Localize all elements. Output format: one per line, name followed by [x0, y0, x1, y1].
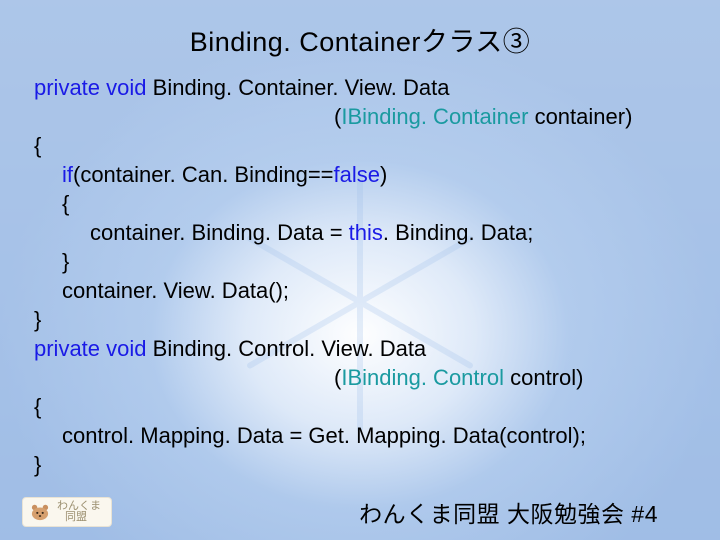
code-line: }	[34, 305, 686, 334]
type-name: IBinding. Container	[341, 104, 528, 129]
code-line: (IBinding. Control control)	[34, 363, 686, 392]
code-line: private void Binding. Control. View. Dat…	[34, 334, 686, 363]
code-line: }	[34, 247, 686, 276]
keyword-if: if	[62, 162, 73, 187]
code-line: {	[34, 392, 686, 421]
keyword-false: false	[334, 162, 380, 187]
code-line: }	[34, 450, 686, 479]
footer-caption: わんくま同盟 大阪勉強会 #4	[359, 495, 698, 529]
keyword-private: private	[34, 336, 100, 361]
code-line: private void Binding. Container. View. D…	[34, 73, 686, 102]
keyword-void: void	[106, 336, 146, 361]
code-line: container. View. Data();	[34, 276, 686, 305]
logo-line2: 同盟	[57, 512, 101, 523]
wankuma-logo: わんくま 同盟	[22, 497, 112, 527]
code-line: (IBinding. Container container)	[34, 102, 686, 131]
code-line: {	[34, 131, 686, 160]
type-name: IBinding. Control	[341, 365, 504, 390]
keyword-private: private	[34, 75, 100, 100]
code-block: private void Binding. Container. View. D…	[0, 73, 720, 479]
bear-icon	[29, 503, 51, 521]
code-line: container. Binding. Data = this. Binding…	[34, 218, 686, 247]
logo-text: わんくま 同盟	[57, 501, 101, 523]
slide-content: Binding. Containerクラス③ private void Bind…	[0, 0, 720, 540]
code-line: if(container. Can. Binding==false)	[34, 160, 686, 189]
keyword-this: this	[349, 220, 383, 245]
slide-title: Binding. Containerクラス③	[0, 0, 720, 73]
slide-footer: わんくま 同盟 わんくま同盟 大阪勉強会 #4	[0, 492, 720, 540]
code-line: {	[34, 189, 686, 218]
code-line: control. Mapping. Data = Get. Mapping. D…	[34, 421, 686, 450]
keyword-void: void	[106, 75, 146, 100]
